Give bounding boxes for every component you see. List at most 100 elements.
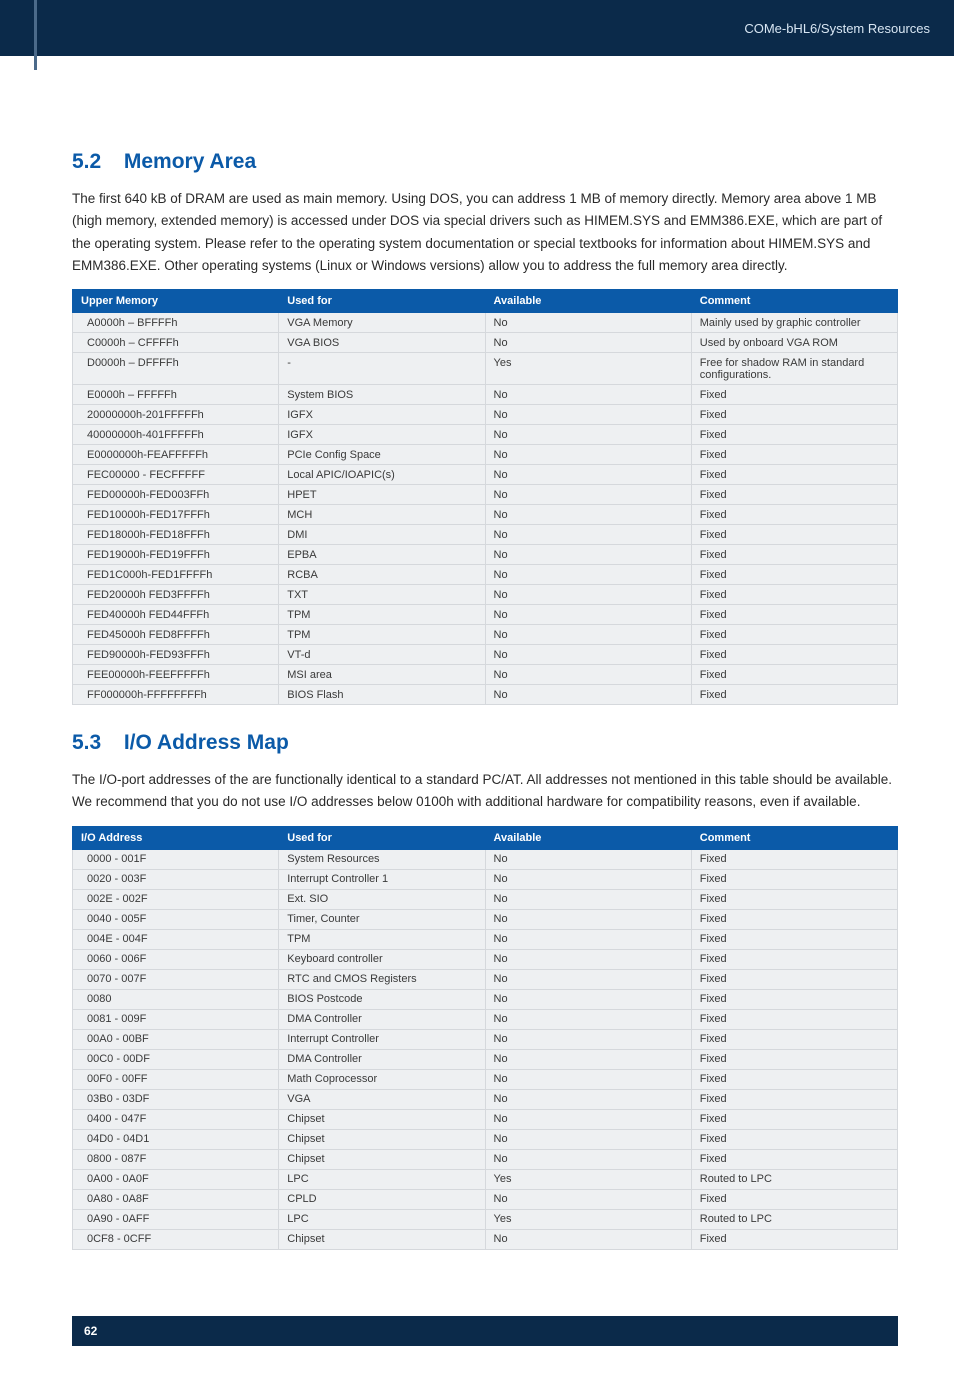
table-cell: Fixed [691,445,897,465]
section-5-3-heading: 5.3 I/O Address Map [72,731,898,755]
table-cell: Fixed [691,909,897,929]
table-row: 0060 - 006FKeyboard controllerNoFixed [73,949,898,969]
table-cell: 40000000h-401FFFFFh [73,425,279,445]
table-cell: Fixed [691,625,897,645]
table-cell: 0400 - 047F [73,1109,279,1129]
table-cell: No [485,969,691,989]
table-cell: Fixed [691,1109,897,1129]
table-row: FEC00000 - FECFFFFFLocal APIC/IOAPIC(s)N… [73,465,898,485]
table-cell: FED40000h FED44FFFh [73,605,279,625]
table-row: E0000000h-FEAFFFFFhPCIe Config SpaceNoFi… [73,445,898,465]
table-cell: FED45000h FED8FFFFh [73,625,279,645]
table-cell: 0020 - 003F [73,869,279,889]
table-cell: FED90000h-FED93FFFh [73,645,279,665]
table-cell: Chipset [279,1229,485,1249]
section-5-2-heading: 5.2 Memory Area [72,150,898,174]
table-row: 0400 - 047FChipsetNoFixed [73,1109,898,1129]
table-row: FF000000h-FFFFFFFFhBIOS FlashNoFixed [73,685,898,705]
table-row: 0080BIOS PostcodeNoFixed [73,989,898,1009]
table-cell: Used by onboard VGA ROM [691,333,897,353]
table-cell: Chipset [279,1109,485,1129]
table-cell: No [485,425,691,445]
section-5-2-title: Memory Area [124,150,256,173]
table-cell: VGA [279,1089,485,1109]
table-cell: 0070 - 007F [73,969,279,989]
table-cell: Fixed [691,385,897,405]
table-cell: Yes [485,1169,691,1189]
table-cell: No [485,545,691,565]
table-cell: 00F0 - 00FF [73,1069,279,1089]
table-cell: Local APIC/IOAPIC(s) [279,465,485,485]
table-cell: No [485,313,691,333]
table-cell: RTC and CMOS Registers [279,969,485,989]
table-cell: IGFX [279,405,485,425]
table-row: 0020 - 003FInterrupt Controller 1NoFixed [73,869,898,889]
table-cell: IGFX [279,425,485,445]
table-cell: DMA Controller [279,1009,485,1029]
table-cell: No [485,645,691,665]
table-cell: Math Coprocessor [279,1069,485,1089]
table-cell: E0000000h-FEAFFFFFh [73,445,279,465]
table-row: 40000000h-401FFFFFhIGFXNoFixed [73,425,898,445]
table-cell: No [485,1189,691,1209]
table-cell: No [485,585,691,605]
table-cell: 002E - 002F [73,889,279,909]
table-cell: VGA BIOS [279,333,485,353]
table-cell: Yes [485,353,691,385]
table-cell: VGA Memory [279,313,485,333]
col-io-address: I/O Address [73,826,279,849]
col-comment: Comment [691,290,897,313]
table-cell: FF000000h-FFFFFFFFh [73,685,279,705]
table-cell: E0000h – FFFFFh [73,385,279,405]
table-row: A0000h – BFFFFhVGA MemoryNoMainly used b… [73,313,898,333]
table-cell: 20000000h-201FFFFFh [73,405,279,425]
table-cell: No [485,869,691,889]
section-5-2-number: 5.2 [72,150,118,174]
content-area: 5.2 Memory Area The first 640 kB of DRAM… [0,56,954,1316]
header-product: COMe-bHL6 [744,21,817,36]
table-cell: No [485,1109,691,1129]
table-cell: A0000h – BFFFFh [73,313,279,333]
table-row: 00C0 - 00DFDMA ControllerNoFixed [73,1049,898,1069]
table-cell: Timer, Counter [279,909,485,929]
table-cell: BIOS Postcode [279,989,485,1009]
table-cell: No [485,1049,691,1069]
table-cell: Fixed [691,989,897,1009]
table-cell: FEE00000h-FEEFFFFFh [73,665,279,685]
table-row: 0040 - 005FTimer, CounterNoFixed [73,909,898,929]
col-used-for: Used for [279,826,485,849]
table-cell: HPET [279,485,485,505]
table-cell: Fixed [691,1089,897,1109]
table-cell: FED18000h-FED18FFFh [73,525,279,545]
table-cell: Interrupt Controller 1 [279,869,485,889]
left-accent-rule [34,0,37,70]
table-cell: 03B0 - 03DF [73,1089,279,1109]
table-cell: DMA Controller [279,1049,485,1069]
table-cell: Fixed [691,849,897,869]
table-cell: Fixed [691,645,897,665]
table-cell: FED19000h-FED19FFFh [73,545,279,565]
section-5-3-title: I/O Address Map [124,731,289,754]
table-cell: RCBA [279,565,485,585]
io-address-table: I/O Address Used for Available Comment 0… [72,826,898,1250]
table-cell: TPM [279,605,485,625]
table-cell: No [485,1089,691,1109]
table-cell: Keyboard controller [279,949,485,969]
table-cell: No [485,385,691,405]
table-cell: TPM [279,929,485,949]
table-cell: No [485,333,691,353]
table-row: 002E - 002FExt. SIONoFixed [73,889,898,909]
table-cell: Fixed [691,1069,897,1089]
table-cell: No [485,1009,691,1029]
table-cell: No [485,465,691,485]
table-cell: No [485,909,691,929]
page-footer: 62 [0,1316,954,1374]
table-cell: Fixed [691,1149,897,1169]
table-row: 0CF8 - 0CFFChipsetNoFixed [73,1229,898,1249]
table-cell: TXT [279,585,485,605]
table-cell: FED20000h FED3FFFFh [73,585,279,605]
table-cell: No [485,445,691,465]
page: COMe-bHL6 / System Resources 5.2 Memory … [0,0,954,1374]
table-cell: Fixed [691,405,897,425]
upper-memory-table: Upper Memory Used for Available Comment … [72,289,898,705]
